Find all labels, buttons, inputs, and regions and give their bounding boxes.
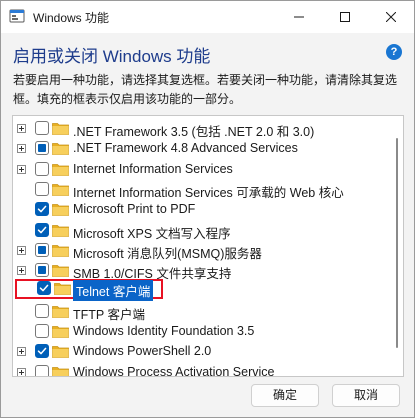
ok-button[interactable]: 确定 — [251, 384, 319, 407]
feature-label: Internet Information Services — [73, 161, 233, 176]
feature-checkbox[interactable] — [35, 181, 49, 196]
feature-row[interactable]: Windows Identity Foundation 3.5 — [13, 322, 389, 342]
windows-features-icon — [9, 8, 25, 24]
feature-label: .NET Framework 4.8 Advanced Services — [73, 141, 298, 156]
feature-checkbox[interactable] — [35, 141, 49, 156]
feature-row[interactable]: Windows Process Activation Service — [13, 363, 389, 377]
feature-row[interactable]: SMB 1.0/CIFS 文件共享支持 — [13, 261, 389, 281]
folder-icon — [52, 224, 69, 237]
title-bar[interactable]: Windows 功能 — [1, 1, 414, 33]
features-tree[interactable]: .NET Framework 3.5 (包括 .NET 2.0 和 3.0) .N… — [12, 115, 404, 377]
folder-icon — [52, 325, 69, 338]
feature-label: Telnet 客户端 — [73, 280, 154, 302]
feature-checkbox[interactable] — [35, 263, 49, 278]
feature-row[interactable]: Microsoft XPS 文档写入程序 — [13, 221, 389, 241]
feature-label: TFTP 客户端 — [73, 307, 145, 322]
folder-icon — [52, 366, 69, 376]
tree-scrollbar[interactable] — [391, 116, 403, 376]
feature-row[interactable]: Internet Information Services — [13, 160, 389, 180]
feature-label: Microsoft XPS 文档写入程序 — [73, 226, 231, 241]
feature-checkbox[interactable] — [35, 324, 49, 338]
feature-checkbox[interactable] — [35, 121, 49, 135]
folder-icon — [52, 345, 69, 359]
maximize-button[interactable] — [322, 1, 368, 33]
folder-icon — [52, 244, 69, 257]
feature-label: Internet Information Services 可承载的 Web 核… — [73, 185, 344, 200]
minimize-icon — [294, 16, 304, 18]
maximize-icon — [340, 12, 350, 22]
feature-row[interactable]: .NET Framework 3.5 (包括 .NET 2.0 和 3.0) — [13, 119, 389, 139]
folder-icon — [52, 264, 69, 277]
dialog-heading: 启用或关闭 Windows 功能 — [13, 47, 211, 66]
folder-icon — [52, 183, 69, 196]
feature-row[interactable]: Windows PowerShell 2.0 — [13, 342, 389, 362]
feature-checkbox[interactable] — [35, 222, 49, 237]
feature-row[interactable]: Internet Information Services 可承载的 Web 核… — [13, 180, 389, 200]
expand-plus-icon[interactable] — [17, 164, 26, 174]
feature-row[interactable]: Microsoft Print to PDF — [13, 200, 389, 220]
feature-checkbox[interactable] — [35, 161, 49, 176]
feature-row[interactable]: .NET Framework 4.8 Advanced Services — [13, 139, 389, 159]
expand-plus-icon[interactable] — [17, 347, 26, 357]
cancel-button[interactable]: 取消 — [332, 384, 400, 407]
feature-checkbox[interactable] — [37, 281, 51, 296]
expand-plus-icon[interactable] — [17, 144, 26, 154]
feature-label: Windows Identity Foundation 3.5 — [73, 324, 255, 338]
folder-icon — [52, 305, 69, 318]
windows-features-dialog: Windows 功能 启用或关闭 Windows 功能 ? 若要启用一种功能，请… — [0, 0, 415, 418]
folder-icon — [52, 163, 69, 176]
dialog-description: 若要启用一种功能，请选择其复选框。若要关闭一种功能，请清除其复选框。填充的框表示… — [13, 73, 398, 106]
feature-checkbox[interactable] — [35, 344, 49, 359]
help-icon[interactable]: ? — [386, 44, 402, 60]
expand-plus-icon[interactable] — [17, 245, 26, 255]
feature-checkbox[interactable] — [35, 364, 49, 376]
expand-plus-icon[interactable] — [17, 124, 26, 133]
feature-checkbox[interactable] — [35, 202, 49, 217]
close-icon — [386, 12, 396, 22]
folder-icon — [54, 282, 71, 296]
feature-row[interactable]: Microsoft 消息队列(MSMQ)服务器 — [13, 241, 389, 261]
scrollbar-thumb[interactable] — [396, 138, 398, 348]
expand-plus-icon[interactable] — [17, 266, 26, 276]
feature-row[interactable]: Telnet 客户端 — [15, 279, 163, 302]
expand-plus-icon[interactable] — [17, 367, 26, 376]
feature-label: Windows Process Activation Service — [73, 364, 275, 377]
window-title: Windows 功能 — [33, 11, 110, 25]
minimize-button[interactable] — [276, 1, 322, 33]
feature-row[interactable]: TFTP 客户端 — [13, 302, 389, 322]
feature-label: .NET Framework 3.5 (包括 .NET 2.0 和 3.0) — [73, 125, 315, 139]
feature-label: Windows PowerShell 2.0 — [73, 344, 212, 359]
feature-label: Microsoft 消息队列(MSMQ)服务器 — [73, 246, 262, 261]
folder-icon — [52, 203, 69, 217]
feature-label: Microsoft Print to PDF — [73, 202, 196, 217]
folder-icon — [52, 122, 69, 135]
feature-checkbox[interactable] — [35, 303, 49, 318]
feature-checkbox[interactable] — [35, 242, 49, 257]
close-button[interactable] — [368, 1, 414, 33]
folder-icon — [52, 142, 69, 156]
